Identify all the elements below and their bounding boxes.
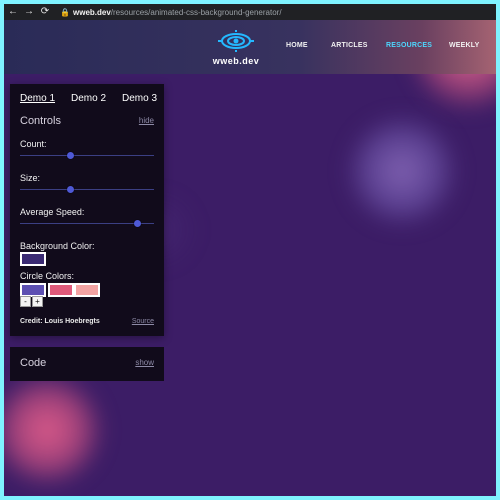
page-content: wweb.dev HOME ARTICLES RESOURCES WEEKLY … [4, 20, 496, 496]
tab-demo-3[interactable]: Demo 3 [122, 93, 157, 104]
address-bar[interactable]: 🔒 wweb.dev /resources/animated-css-backg… [60, 7, 282, 17]
logo-text: wweb.dev [212, 56, 260, 66]
add-color-button[interactable]: + [32, 296, 43, 307]
lock-icon: 🔒 [60, 7, 70, 17]
source-link[interactable]: Source [132, 318, 154, 325]
hide-controls-link[interactable]: hide [139, 116, 154, 125]
remove-color-button[interactable]: - [20, 296, 31, 307]
circle-color-swatch[interactable] [48, 283, 74, 297]
background-circle [347, 116, 457, 226]
tab-demo-2[interactable]: Demo 2 [71, 93, 106, 104]
background-circle [4, 375, 102, 485]
background-color-label: Background Color: [20, 241, 95, 251]
count-label: Count: [20, 139, 47, 149]
back-icon[interactable]: ← [6, 5, 20, 19]
credit-text: Credit: Louis Hoebregts [20, 318, 100, 325]
url-domain: wweb.dev [73, 7, 111, 17]
controls-title: Controls [20, 115, 61, 127]
nav-weekly[interactable]: WEEKLY [449, 42, 480, 49]
forward-icon[interactable]: → [22, 5, 36, 19]
slider-thumb[interactable] [67, 152, 75, 159]
slider-track [20, 155, 154, 156]
slider-track [20, 189, 154, 190]
code-title: Code [20, 357, 47, 369]
browser-toolbar: ← → ⟳ 🔒 wweb.dev /resources/animated-css… [4, 4, 496, 20]
nav-home[interactable]: HOME [286, 42, 308, 49]
slider-thumb[interactable] [134, 220, 142, 227]
url-path: /resources/animated-css-background-gener… [110, 7, 282, 17]
circle-color-swatch[interactable] [20, 283, 46, 297]
screenshot-frame: ← → ⟳ 🔒 wweb.dev /resources/animated-css… [4, 4, 496, 496]
circle-colors-label: Circle Colors: [20, 271, 75, 281]
average-speed-label: Average Speed: [20, 207, 85, 217]
show-code-link[interactable]: show [135, 358, 154, 367]
reload-icon[interactable]: ⟳ [38, 5, 52, 19]
site-header: wweb.dev HOME ARTICLES RESOURCES WEEKLY [4, 20, 496, 74]
demo-tabs: Demo 1 Demo 2 Demo 3 [20, 93, 160, 107]
average-speed-slider[interactable] [20, 220, 154, 228]
count-slider[interactable] [20, 152, 154, 160]
controls-panel: Demo 1 Demo 2 Demo 3 Controls hide Count… [10, 84, 164, 336]
slider-thumb[interactable] [67, 186, 75, 193]
nav-articles[interactable]: ARTICLES [331, 42, 368, 49]
code-panel: Code show [10, 347, 164, 381]
size-slider[interactable] [20, 186, 154, 194]
tab-demo-1[interactable]: Demo 1 [20, 93, 55, 104]
nav-resources[interactable]: RESOURCES [386, 42, 432, 49]
background-color-swatch[interactable] [20, 252, 46, 266]
top-nav: HOME ARTICLES RESOURCES WEEKLY [4, 42, 496, 54]
circle-color-swatch[interactable] [74, 283, 100, 297]
size-label: Size: [20, 173, 41, 183]
